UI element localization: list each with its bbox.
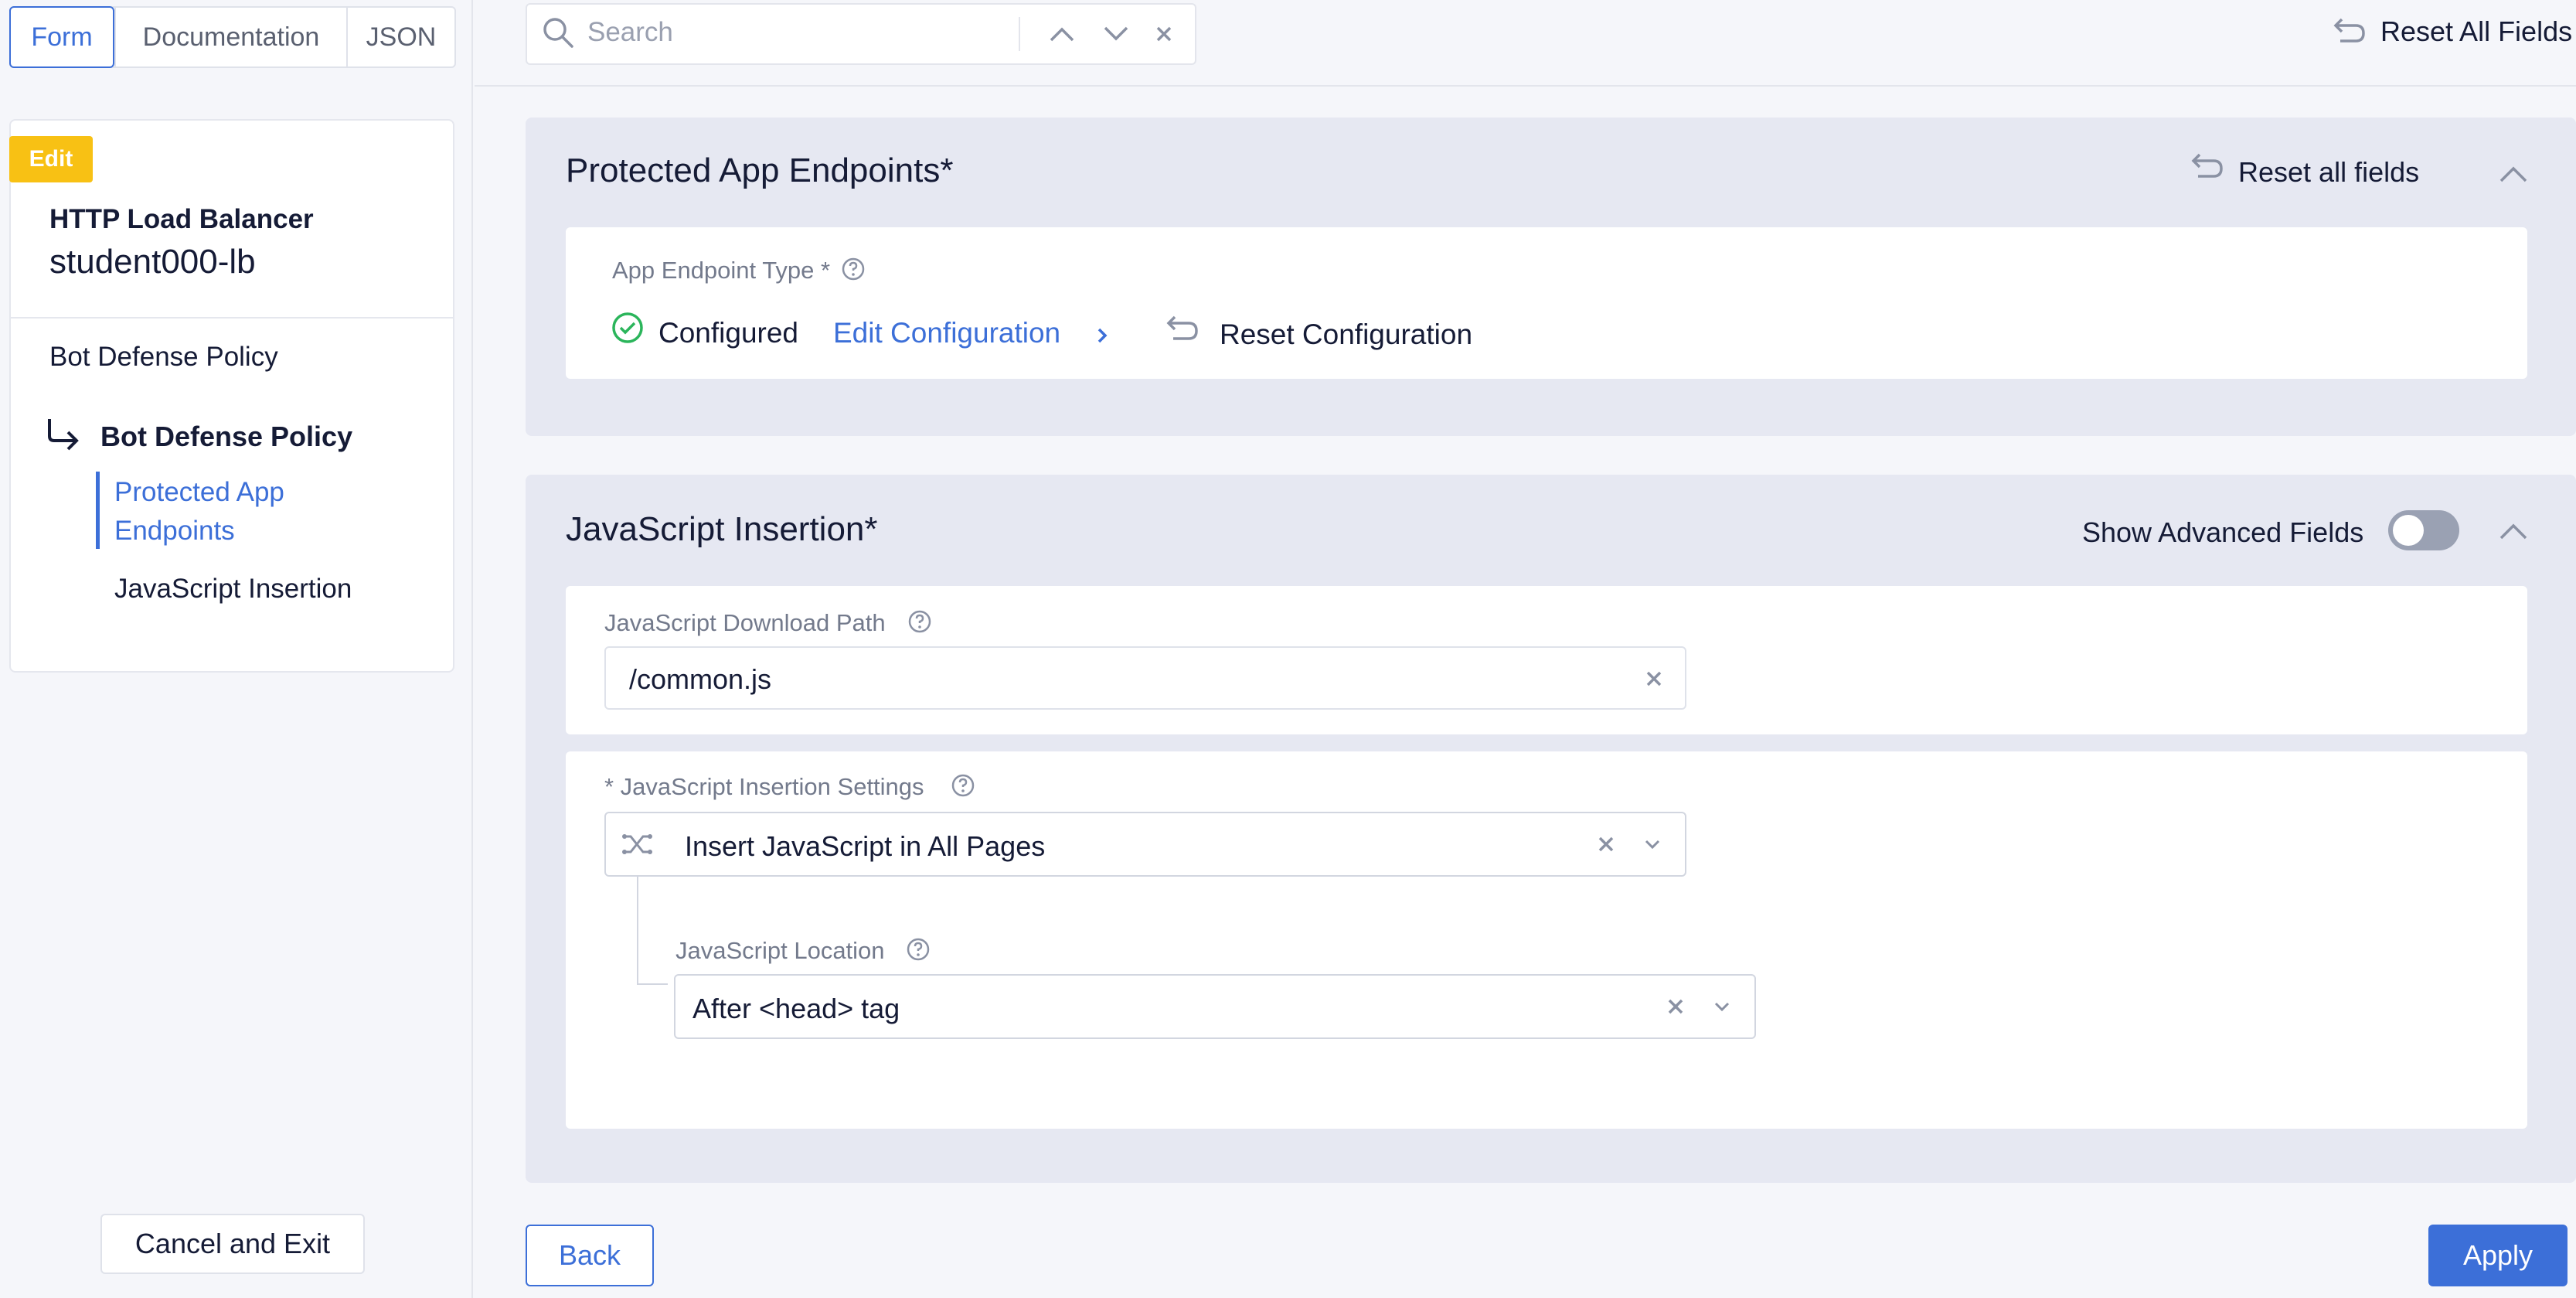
section-title: Protected App Endpoints* [566, 152, 954, 189]
reset-configuration-button[interactable]: Reset Configuration [1220, 319, 1472, 351]
help-icon[interactable] [906, 937, 931, 962]
chevron-down-icon[interactable] [1710, 994, 1734, 1019]
nav-item-protected-app-endpoints[interactable]: Protected App Endpoints [114, 473, 346, 550]
clear-icon[interactable] [1594, 832, 1618, 857]
nav-current-bot-defense-policy[interactable]: Bot Defense Policy [100, 421, 352, 453]
card-divider [9, 317, 454, 319]
clear-icon[interactable] [1642, 666, 1666, 691]
clear-search-icon[interactable] [1152, 22, 1176, 46]
help-icon[interactable] [841, 257, 866, 281]
show-advanced-fields-label: Show Advanced Fields [2082, 516, 2364, 548]
edit-configuration-link[interactable]: Edit Configuration [833, 317, 1060, 349]
apply-button[interactable]: Apply [2428, 1225, 2567, 1286]
tab-form[interactable]: Form [9, 6, 114, 68]
nav-item-bot-defense-policy[interactable]: Bot Defense Policy [49, 342, 278, 373]
toggle-knob [2393, 515, 2424, 546]
check-circle-icon [611, 311, 645, 345]
tree-connector-horizontal [637, 983, 668, 985]
clear-icon[interactable] [1663, 994, 1688, 1019]
chevron-right-icon[interactable] [1093, 322, 1111, 349]
search-input[interactable] [587, 15, 1012, 49]
insertion-settings-value: Insert JavaScript in All Pages [685, 830, 1046, 862]
javascript-download-path-label: JavaScript Download Path [604, 609, 886, 636]
search-icon [541, 15, 575, 49]
shuffle-icon [621, 829, 654, 860]
cancel-and-exit-button[interactable]: Cancel and Exit [100, 1214, 365, 1274]
reset-all-fields-label: Reset All Fields [2380, 15, 2573, 47]
collapse-chevron-up-icon[interactable] [2496, 516, 2530, 544]
section-title: JavaScript Insertion* [566, 510, 878, 548]
help-icon[interactable] [951, 773, 975, 798]
undo-icon [2333, 16, 2367, 47]
header-divider [475, 85, 2576, 87]
search-divider [1019, 17, 1020, 51]
collapse-chevron-up-icon[interactable] [2496, 159, 2530, 187]
chevron-down-icon[interactable] [1099, 20, 1133, 48]
undo-icon[interactable] [2190, 152, 2224, 182]
tree-connector-vertical [637, 877, 638, 985]
download-path-value: /common.js [629, 663, 772, 695]
app-endpoint-panel [566, 227, 2527, 379]
insertion-settings-label: * JavaScript Insertion Settings [604, 773, 924, 800]
chevron-up-icon[interactable] [1045, 20, 1079, 48]
view-tabs: Form Documentation JSON [9, 6, 456, 68]
edit-badge: Edit [9, 136, 93, 182]
javascript-location-label: JavaScript Location [675, 937, 885, 964]
chevron-down-icon[interactable] [1640, 832, 1665, 857]
back-button[interactable]: Back [526, 1225, 654, 1286]
object-name: student000-lb [49, 243, 256, 281]
undo-icon [1165, 314, 1200, 345]
tab-documentation[interactable]: Documentation [114, 8, 346, 66]
nav-item-javascript-insertion[interactable]: JavaScript Insertion [114, 574, 352, 605]
return-arrow-icon [45, 416, 80, 451]
javascript-location-value: After <head> tag [692, 993, 900, 1024]
help-icon[interactable] [907, 609, 932, 634]
object-type: HTTP Load Balancer [49, 204, 314, 234]
configured-status: Configured [658, 317, 799, 349]
reset-all-fields-link[interactable]: Reset all fields [2238, 156, 2419, 189]
active-indicator [96, 472, 100, 549]
app-endpoint-type-label: App Endpoint Type * [612, 257, 831, 284]
reset-all-fields-button[interactable]: Reset All Fields [2333, 15, 2572, 48]
tab-json[interactable]: JSON [346, 8, 454, 66]
